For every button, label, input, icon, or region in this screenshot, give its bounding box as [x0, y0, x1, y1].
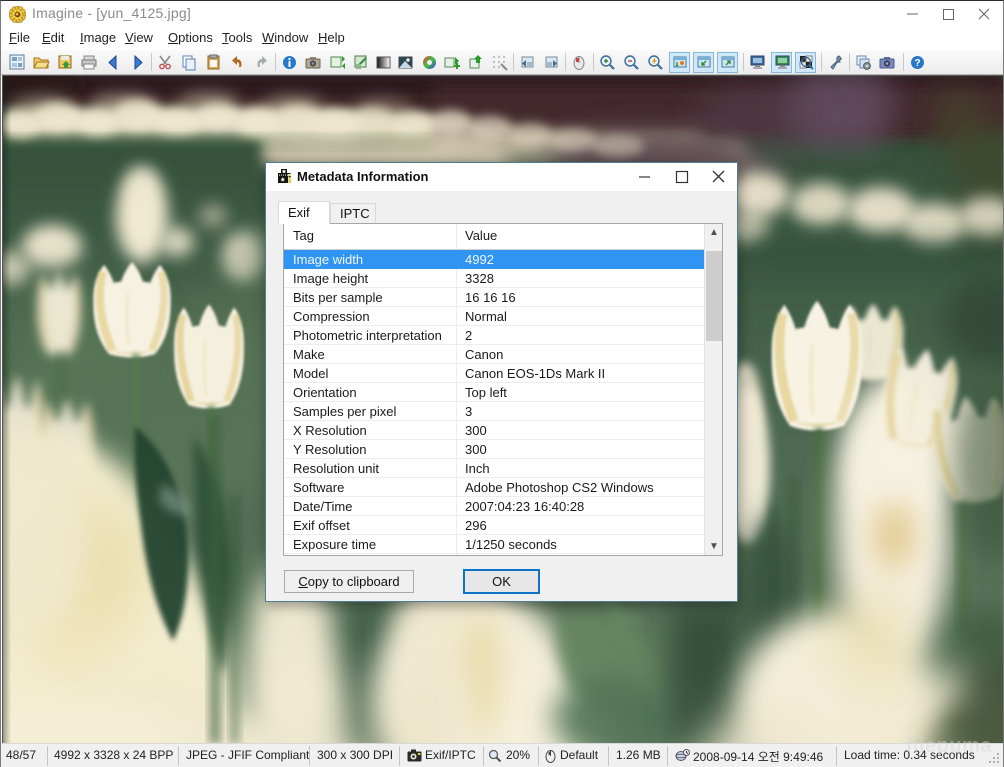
svg-text:?: ? [914, 58, 920, 69]
